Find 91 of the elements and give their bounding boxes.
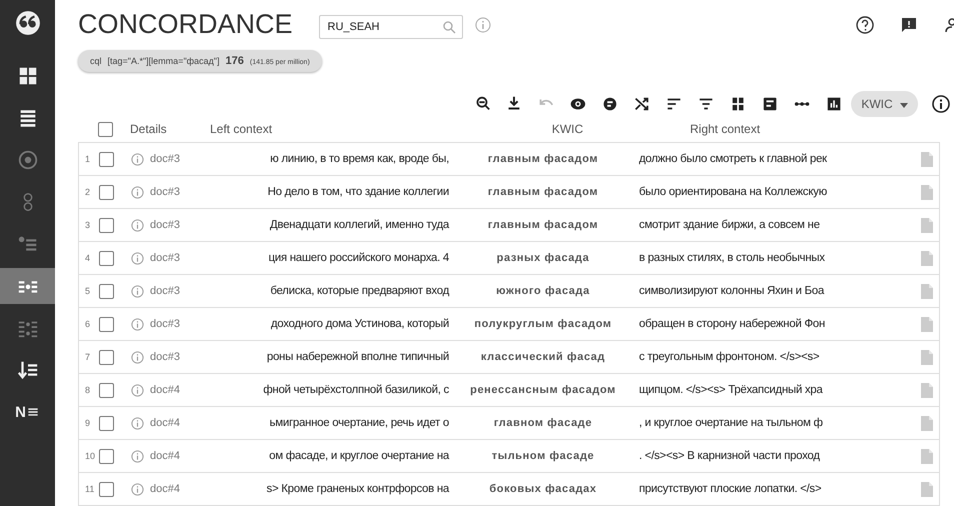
right-context: в разных стилях, в столь необычных	[639, 252, 825, 264]
right-context: было ориентирована на Коллежскую	[639, 186, 827, 198]
row-checkbox[interactable]	[99, 284, 114, 298]
left-context: s> Кроме граненых контрфорсов на	[266, 483, 449, 495]
column-header: Details	[130, 122, 168, 136]
keyword[interactable]: главным фасадом	[453, 153, 633, 165]
keyword[interactable]: главным фасадом	[453, 219, 633, 231]
row-number: 7	[84, 352, 92, 362]
document-link[interactable]: doc#3	[150, 285, 190, 297]
keyword[interactable]: полукруглым фасадом	[453, 318, 633, 330]
row-checkbox[interactable]	[99, 152, 114, 166]
row-checkbox[interactable]	[99, 218, 114, 232]
left-context: ция нашего российского монарха. 4	[268, 252, 449, 264]
target-icon	[16, 149, 38, 171]
keyword[interactable]: ренессансным фасадом	[453, 384, 633, 396]
column-header: Left context	[210, 122, 274, 136]
view-dropdown[interactable]: KWIC	[851, 91, 918, 118]
caret-icon	[900, 102, 908, 108]
row-checkbox[interactable]	[99, 416, 114, 430]
row-number: 6	[84, 319, 92, 329]
row-checkbox[interactable]	[99, 350, 114, 364]
document-link[interactable]: doc#3	[150, 252, 190, 264]
feedback-icon[interactable]	[900, 16, 918, 34]
search-icon	[442, 20, 456, 34]
document-link[interactable]: doc#4	[150, 417, 190, 429]
right-context: присутствуют плоские лопатки. </s>	[639, 483, 822, 495]
left-context: белиска, которые предваряют вход	[270, 285, 449, 297]
right-context: смотрит здание биржи, а совсем не	[639, 219, 820, 231]
document-link[interactable]: doc#4	[150, 384, 190, 396]
keyword[interactable]: разных фасада	[453, 252, 633, 264]
document-link[interactable]: doc#4	[150, 483, 190, 495]
quote-logo-icon[interactable]	[14, 10, 40, 36]
row-checkbox[interactable]	[99, 448, 114, 464]
help-icon[interactable]	[856, 16, 874, 34]
row-number: 4	[84, 253, 92, 263]
row-number: 3	[84, 220, 92, 230]
row-number: 8	[84, 385, 92, 395]
document-link[interactable]: doc#3	[150, 318, 190, 330]
corpus-field[interactable]: RU_SEAH	[318, 14, 463, 39]
right-context: щипцом. </s><s> Трёхапсидный хра	[639, 384, 822, 396]
left-context: фной четырёхстолпной базиликой, с	[263, 384, 449, 396]
document-link[interactable]: doc#3	[150, 219, 190, 231]
document-link[interactable]: doc#3	[150, 153, 190, 165]
row-checkbox[interactable]	[99, 250, 114, 266]
right-context: с треугольным фронтоном. </s><s>	[639, 351, 820, 363]
sidebar-item[interactable]: N	[0, 394, 55, 430]
left-context: ом фасаде, и круглое очертание на	[269, 450, 449, 462]
hit-count: 176	[226, 54, 244, 67]
left-context: ьмигранное очертание, речь идет о	[270, 417, 449, 429]
row-number: 1	[84, 154, 92, 164]
right-context: обращен в сторону набережной Фон	[639, 318, 825, 330]
row-number: 2	[84, 187, 92, 197]
right-context: , и круглое очертание на тыльном ф	[639, 417, 823, 429]
left-context: Но дело в том, что здание коллегии	[268, 186, 449, 198]
row-number: 11	[84, 484, 96, 494]
row-checkbox[interactable]	[99, 482, 114, 496]
left-context: ю линию, в то время как, вроде бы,	[270, 153, 449, 165]
select-all-checkbox[interactable]	[98, 122, 113, 137]
document-link[interactable]: doc#4	[150, 450, 190, 462]
shuffle-icon[interactable]	[633, 95, 652, 114]
row-checkbox[interactable]	[99, 382, 114, 398]
keyword[interactable]: классический фасад	[453, 351, 633, 363]
keyword[interactable]: главном фасаде	[453, 417, 633, 429]
keyword[interactable]: боковых фасадах	[453, 483, 633, 495]
page-title: CONCORDANCE	[78, 9, 293, 40]
row-checkbox[interactable]	[99, 184, 114, 200]
row-checkbox[interactable]	[99, 316, 114, 332]
sort-down-icon	[16, 359, 38, 381]
left-context: Двенадцати коллегий, именно туда	[270, 219, 449, 231]
info-icon[interactable]	[932, 95, 950, 114]
query-text: [tag="A.*"][lemma="фасад"]	[108, 56, 220, 66]
query-type: cql	[90, 56, 102, 66]
right-context: символизируют колонны Яхин и Боа	[639, 285, 824, 297]
form-icon[interactable]	[761, 95, 780, 114]
right-context: должно было смотреть к главной рек	[639, 153, 827, 165]
column-header: Right context	[689, 122, 760, 136]
bar-chart-icon[interactable]	[825, 95, 844, 114]
column-header: KWIC	[550, 122, 584, 136]
document-link[interactable]: doc#3	[150, 351, 190, 363]
row-number: 10	[84, 451, 96, 461]
keyword[interactable]: тыльном фасаде	[453, 450, 633, 462]
keyword[interactable]: главным фасадом	[453, 186, 633, 198]
user-icon[interactable]	[944, 16, 954, 34]
badge-icon[interactable]	[601, 95, 620, 114]
keyword[interactable]: южного фасада	[453, 285, 633, 297]
left-context: доходного дома Устинова, который	[270, 318, 449, 330]
left-context: роны набережной вполне типичный	[266, 351, 449, 363]
right-context: . </s><s> В карнизной части проход	[639, 450, 820, 462]
document-link[interactable]: doc#3	[150, 186, 190, 198]
row-number: 9	[84, 418, 92, 428]
row-number: 5	[84, 286, 92, 296]
